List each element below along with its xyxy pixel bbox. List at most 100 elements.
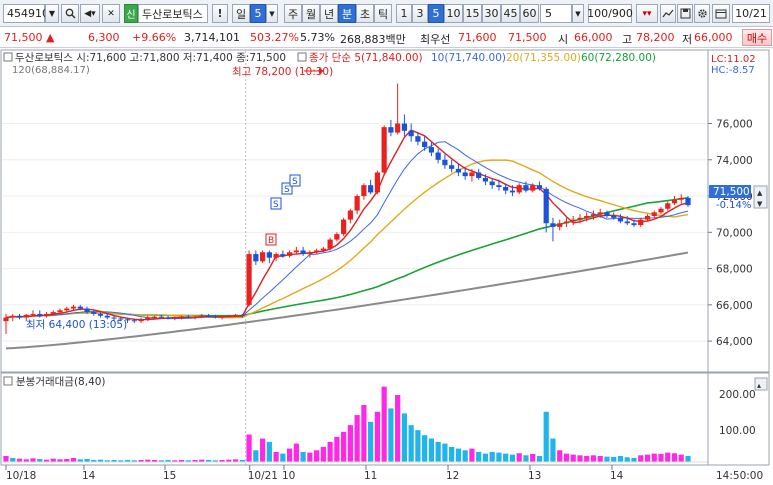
time-tick-label: 14 [610, 470, 624, 482]
volume-bar [577, 455, 583, 462]
candle-body [631, 223, 637, 226]
interval-count-dropdown[interactable]: ▼ [572, 4, 584, 23]
candle-body [496, 185, 502, 187]
candle-body [259, 252, 266, 262]
lc-indicator: LC:11.02 [711, 54, 756, 65]
indicator-button[interactable]: ▾▾ [636, 4, 658, 23]
candle-body [354, 196, 360, 211]
interval-tab-3[interactable]: 3 [412, 4, 428, 23]
up-arrow-icon: ▲ [46, 31, 55, 44]
buy-button-label: 매수 [746, 31, 768, 45]
tab-month-label: 월 [305, 7, 317, 21]
interval-tab-10[interactable]: 10 [444, 4, 463, 23]
candle-body [509, 190, 516, 193]
price-tick-label: 70,000 [716, 227, 753, 239]
candle-body [287, 252, 293, 256]
best-quote-label: 최우선 [420, 33, 451, 46]
current-price: 71,500 ▲ [4, 31, 54, 44]
volume-scroll-control[interactable]: ▴ [754, 377, 768, 391]
volume-bar [259, 438, 266, 462]
candle-body [320, 248, 326, 251]
tab-second[interactable]: 초 [356, 4, 374, 23]
candle-body [570, 219, 576, 222]
chevron-down-icon: ▼ [269, 9, 275, 18]
stock-chart[interactable]: 두산로보틱스 시:71,600 고:71,800 저:71,400 종:71,5… [0, 49, 773, 485]
interval-tab-5[interactable]: 5 [428, 4, 444, 23]
compare-button[interactable] [660, 4, 676, 23]
page-count-field[interactable]: 100/900 [587, 4, 633, 23]
candle-body [651, 212, 657, 216]
candle-body [678, 197, 684, 200]
candle-body [57, 310, 63, 313]
volume-bar [408, 425, 414, 462]
interval-tab-15[interactable]: 15 [463, 4, 482, 23]
tab-day-count-label: 5 [254, 7, 262, 20]
candle-body [516, 185, 522, 193]
alert-button[interactable]: ! [212, 4, 228, 23]
save-button[interactable] [677, 4, 693, 23]
quote-bar: 71,500 ▲ 6,300 +9.66% 3,714,101 503.27% … [0, 28, 773, 48]
interval-tab-1[interactable]: 1 [396, 4, 412, 23]
scroll-control[interactable]: ▲▼ [753, 185, 768, 209]
volume-bar [50, 458, 56, 462]
candle-body [327, 239, 333, 249]
candle-body [10, 315, 16, 318]
open-price: 66,000 [574, 31, 613, 44]
volume-bar [543, 411, 549, 462]
volume-bar [368, 421, 374, 462]
volume-bar [16, 458, 23, 462]
calendar-button[interactable] [712, 4, 730, 23]
interval-tab-label: 15 [465, 7, 480, 20]
volume-bar [300, 451, 306, 462]
tab-year[interactable]: 년 [320, 4, 338, 23]
settings-button[interactable] [694, 4, 710, 23]
candle-body [91, 312, 97, 314]
candle-body [658, 208, 664, 213]
candle-body [422, 141, 428, 148]
history-button[interactable]: ◀▾ [80, 4, 100, 23]
high-price: 78,200 [636, 31, 675, 44]
volume-bar [361, 405, 367, 462]
interval-tab-30[interactable]: 30 [482, 4, 501, 23]
sell-signal-icon: S [270, 197, 282, 210]
stock-name-field[interactable]: 두산로보틱스 [138, 4, 208, 23]
candle-body [314, 250, 320, 253]
tab-week[interactable]: 주 [284, 4, 302, 23]
volume-bar [469, 448, 475, 462]
price-change-percent: +9.66% [132, 31, 177, 44]
candle-body [557, 223, 563, 227]
interval-tab-60[interactable]: 60 [520, 4, 539, 23]
new-badge-text: 신 [126, 10, 136, 21]
interval-count-input[interactable]: 5 [540, 4, 572, 23]
tab-month[interactable]: 월 [302, 4, 320, 23]
day-count-dropdown[interactable]: ▼ [266, 4, 278, 23]
indicator-icon: ▾▾ [642, 8, 652, 19]
tab-minute[interactable]: 분 [338, 4, 356, 23]
volume-bar [482, 453, 489, 462]
svg-text:S: S [292, 177, 298, 187]
volume-tick-200: 200.00 [719, 389, 756, 401]
candle-body [293, 250, 299, 253]
volume-bar [644, 454, 651, 462]
date-field[interactable]: 10/21 [732, 4, 770, 23]
tab-day-count[interactable]: 5 [250, 4, 266, 23]
buy-button[interactable]: 매수 [742, 29, 772, 46]
candle-body [104, 315, 110, 318]
candle-body [246, 254, 252, 305]
time-tick-label: 15 [163, 470, 176, 482]
time-tick-label: 10/21 [248, 470, 278, 482]
stock-code-input[interactable]: 454910 [3, 4, 49, 23]
volume-bar [422, 435, 428, 462]
tab-tick[interactable]: 틱 [374, 4, 392, 23]
interval-tab-45[interactable]: 45 [501, 4, 520, 23]
cross-button[interactable]: ✕ [102, 4, 120, 23]
volume-bar [496, 452, 502, 462]
candle-body [482, 177, 489, 182]
tab-day[interactable]: 일 [232, 4, 250, 23]
code-dropdown-button[interactable]: ▼ [45, 4, 59, 23]
search-button[interactable] [61, 4, 79, 23]
ma10-legend: 10(71,740.00) [431, 52, 506, 64]
price-tick-label: 66,000 [716, 300, 753, 312]
price-tick-label: 64,000 [716, 336, 753, 348]
candle-body [64, 308, 70, 311]
